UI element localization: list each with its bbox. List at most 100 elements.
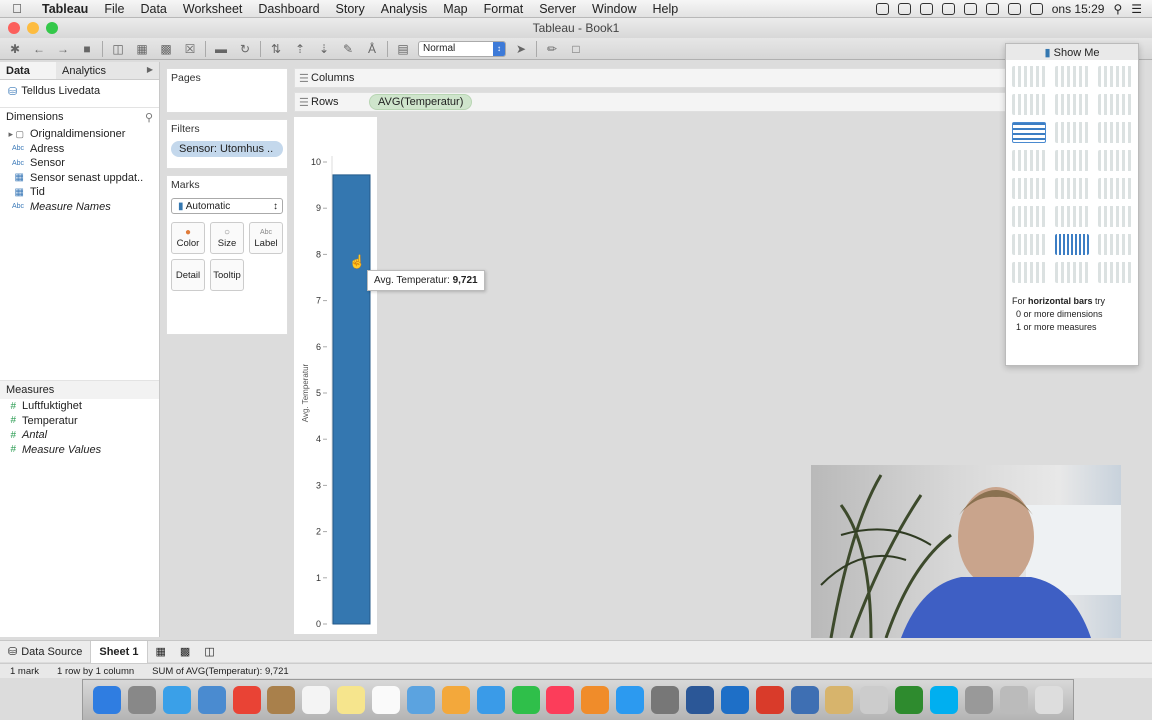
search-icon[interactable]: ⚲ [145, 111, 153, 124]
size-button[interactable]: ○ Size [210, 222, 244, 254]
ibooks-icon[interactable] [581, 686, 610, 714]
battery-icon[interactable] [1029, 2, 1043, 15]
dimension-item[interactable]: ▸ ▢ Orignaldimensioner [0, 127, 159, 142]
menu-data[interactable]: Data [132, 2, 174, 16]
word-icon[interactable] [685, 686, 714, 714]
chart-type-lines-continuous[interactable] [1012, 178, 1046, 199]
chart-type-symbol-map[interactable] [1012, 94, 1046, 115]
chart-type-text-table[interactable] [1012, 66, 1046, 87]
save-icon[interactable]: ■ [78, 41, 96, 57]
chrome-icon[interactable] [232, 686, 261, 714]
label-button[interactable]: Abc Label [249, 222, 283, 254]
chart-type-dual-lines[interactable] [1098, 178, 1132, 199]
cloud-icon[interactable] [941, 2, 955, 15]
new-story-icon[interactable]: ◫ [204, 645, 214, 658]
chart-type-box-whisker[interactable] [1098, 234, 1132, 255]
wifi-icon[interactable] [1007, 2, 1021, 15]
system-preferences-icon[interactable] [651, 686, 679, 714]
chart-type-side-by-side-bars[interactable] [1098, 122, 1132, 143]
downloads-icon[interactable] [999, 686, 1028, 714]
chart-type-histogram[interactable] [1055, 234, 1089, 255]
drive-icon[interactable] [919, 2, 933, 15]
trash-icon[interactable] [1034, 686, 1063, 714]
close-window-button[interactable] [8, 22, 20, 34]
measure-item[interactable]: # Antal [0, 428, 159, 443]
contacts-icon[interactable] [267, 686, 296, 714]
tableau-logo-icon[interactable]: ✱ [6, 41, 24, 57]
sheet-tab[interactable]: Sheet 1 [91, 640, 148, 663]
highlight-icon[interactable]: ✎ [339, 41, 357, 57]
view-fit-select[interactable]: Normal ↕ [418, 40, 506, 57]
display-icon[interactable] [985, 2, 999, 15]
show-mark-labels-icon[interactable]: Å [363, 41, 381, 57]
menu-map[interactable]: Map [435, 2, 475, 16]
dimension-item[interactable]: Abc Measure Names [0, 200, 159, 215]
data-source-tab[interactable]: ⛁ Data Source [0, 640, 92, 663]
chart-type-stacked-bars[interactable] [1055, 122, 1089, 143]
chart-type-horizontal-bars[interactable] [1012, 122, 1046, 143]
app-store-icon[interactable] [616, 686, 645, 714]
color-button[interactable]: ● Color [171, 222, 205, 254]
reminders-icon[interactable] [372, 686, 400, 714]
clear-sheet-icon[interactable]: ☒ [181, 41, 199, 57]
forward-icon[interactable]: → [54, 41, 72, 57]
notes-icon[interactable] [337, 686, 366, 714]
chart-type-treemap[interactable] [1012, 150, 1046, 171]
chart-type-gantt[interactable] [1012, 262, 1046, 283]
minimize-window-button[interactable] [27, 22, 39, 34]
check-icon[interactable] [963, 2, 977, 15]
chart-type-filled-map[interactable] [1055, 94, 1089, 115]
tooltip-button[interactable]: Tooltip [210, 259, 244, 291]
measure-item[interactable]: # Temperatur [0, 414, 159, 429]
tab-data[interactable]: Data [0, 62, 56, 79]
fit-width-icon[interactable]: ▤ [394, 41, 412, 57]
maps-icon[interactable] [406, 686, 435, 714]
finder-icon[interactable] [93, 686, 121, 714]
chart-type-heat-map[interactable] [1055, 66, 1089, 87]
screen-share-icon[interactable] [875, 2, 889, 15]
itunes-icon[interactable] [546, 686, 575, 714]
messages-icon[interactable] [476, 686, 505, 714]
preview-icon[interactable] [197, 686, 226, 714]
presentation-icon[interactable]: □ [567, 41, 585, 57]
filter-pill[interactable]: Sensor: Utomhus .. [171, 141, 283, 157]
menu-help[interactable]: Help [645, 2, 687, 16]
pause-updates-icon[interactable]: ▬ [212, 41, 230, 57]
safari-icon[interactable] [162, 686, 191, 714]
pin-icon[interactable]: ➤ [512, 41, 530, 57]
dimension-item[interactable]: ▦ Tid [0, 185, 159, 200]
dimension-item[interactable]: Abc Sensor [0, 156, 159, 171]
rows-shelf[interactable]: ☰ Rows AVG(Temperatur) [294, 92, 1006, 112]
tab-analytics[interactable]: Analytics [56, 62, 112, 79]
dimension-item[interactable]: ▦ Sensor senast uppdat.. [0, 171, 159, 186]
show-me-header[interactable]: ▮ Show Me [1006, 44, 1138, 60]
chart-type-area-discrete[interactable] [1055, 206, 1089, 227]
menu-file[interactable]: File [96, 2, 132, 16]
chart-type-pie[interactable] [1098, 94, 1132, 115]
menu-worksheet[interactable]: Worksheet [175, 2, 251, 16]
parallels-icon[interactable] [790, 686, 819, 714]
dimension-item[interactable]: Abc Adress [0, 142, 159, 157]
chart-type-packed-bubbles[interactable] [1098, 262, 1132, 283]
bar[interactable] [332, 174, 371, 625]
new-worksheet-icon[interactable]: ▦ [156, 645, 166, 658]
pages-card[interactable]: Pages [166, 68, 288, 113]
menu-app[interactable]: Tableau [34, 2, 96, 16]
calendar-icon[interactable] [302, 686, 331, 714]
facetime-icon[interactable] [511, 686, 540, 714]
chart-type-bullet[interactable] [1055, 262, 1089, 283]
filters-card[interactable]: Filters Sensor: Utomhus .. [166, 119, 288, 169]
disk-utility-icon[interactable] [964, 686, 993, 714]
sort-ascending-icon[interactable]: ⇡ [291, 41, 309, 57]
skype-icon[interactable] [930, 686, 958, 714]
pen-icon[interactable]: ✏ [543, 41, 561, 57]
photos-icon[interactable] [441, 686, 470, 714]
sort-descending-icon[interactable]: ⇣ [315, 41, 333, 57]
pane-menu-icon[interactable]: ▶ [141, 62, 159, 79]
columns-shelf[interactable]: ☰ Columns [294, 68, 1006, 88]
new-dashboard-icon[interactable]: ▩ [180, 645, 190, 658]
swap-rows-columns-icon[interactable]: ⇅ [267, 41, 285, 57]
excel-icon[interactable] [895, 686, 924, 714]
paint-icon[interactable] [825, 686, 854, 714]
datasource-item[interactable]: ⛁ Telldus Livedata [0, 80, 159, 103]
